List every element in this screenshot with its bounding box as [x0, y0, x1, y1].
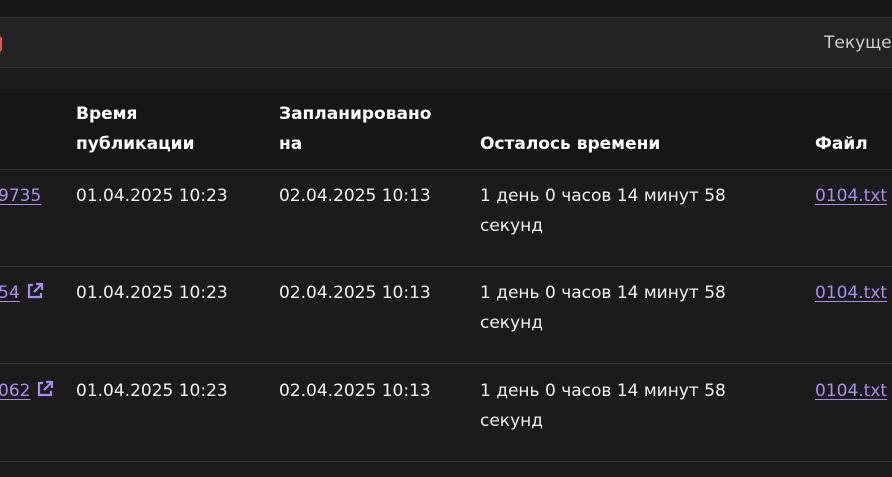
post-id-link[interactable]: 062: [0, 381, 30, 401]
post-id-cell: 062: [0, 376, 54, 408]
filter-bar: Текуще: [0, 17, 892, 68]
time-left-cell: 1 день 0 часов 14 минут 58 секунд: [480, 381, 726, 431]
table-row: 9735 01.04.2025 10:23 02.04.2025 10:13 1…: [0, 170, 892, 267]
published-time-cell: 01.04.2025 10:23: [76, 283, 228, 303]
time-left-cell: 1 день 0 часов 14 минут 58 секунд: [480, 186, 726, 236]
table-row: 54 01.04.2025 10:23 02.04.2025 10:13 1 д…: [0, 267, 892, 364]
filter-indicator: [0, 36, 2, 52]
scheduled-for-cell: 02.04.2025 10:13: [279, 186, 431, 206]
header-file: Файл: [815, 134, 868, 154]
scheduled-posts-table: Время публикации Запланировано на Остало…: [0, 89, 892, 477]
spacer: [0, 68, 892, 89]
header-scheduled-for: Запланировано на: [279, 104, 432, 154]
post-id-cell: 9735: [0, 181, 41, 211]
external-link-icon[interactable]: [36, 378, 54, 408]
header-time-left: Осталось времени: [480, 134, 661, 154]
file-cell: 0104.txt: [815, 278, 887, 308]
table-header: Время публикации Запланировано на Остало…: [0, 89, 892, 170]
scheduled-for-cell: 02.04.2025 10:13: [279, 381, 431, 401]
table-row: 062 01.04.2025 10:23 02.04.2025 10:13 1 …: [0, 365, 892, 462]
top-strip: [0, 0, 892, 17]
file-link[interactable]: 0104.txt: [815, 186, 887, 206]
header-published-time: Время публикации: [76, 104, 195, 154]
published-time-cell: 01.04.2025 10:23: [76, 186, 228, 206]
file-cell: 0104.txt: [815, 376, 887, 406]
current-filter-label[interactable]: Текуще: [824, 33, 892, 53]
file-link[interactable]: 0104.txt: [815, 381, 887, 401]
file-cell: 0104.txt: [815, 181, 887, 211]
file-link[interactable]: 0104.txt: [815, 283, 887, 303]
published-time-cell: 01.04.2025 10:23: [76, 381, 228, 401]
external-link-icon[interactable]: [26, 280, 44, 310]
scheduled-for-cell: 02.04.2025 10:13: [279, 283, 431, 303]
post-id-link[interactable]: 54: [0, 283, 20, 303]
post-id-link[interactable]: 9735: [0, 186, 41, 206]
post-id-cell: 54: [0, 278, 44, 310]
time-left-cell: 1 день 0 часов 14 минут 58 секунд: [480, 283, 726, 333]
